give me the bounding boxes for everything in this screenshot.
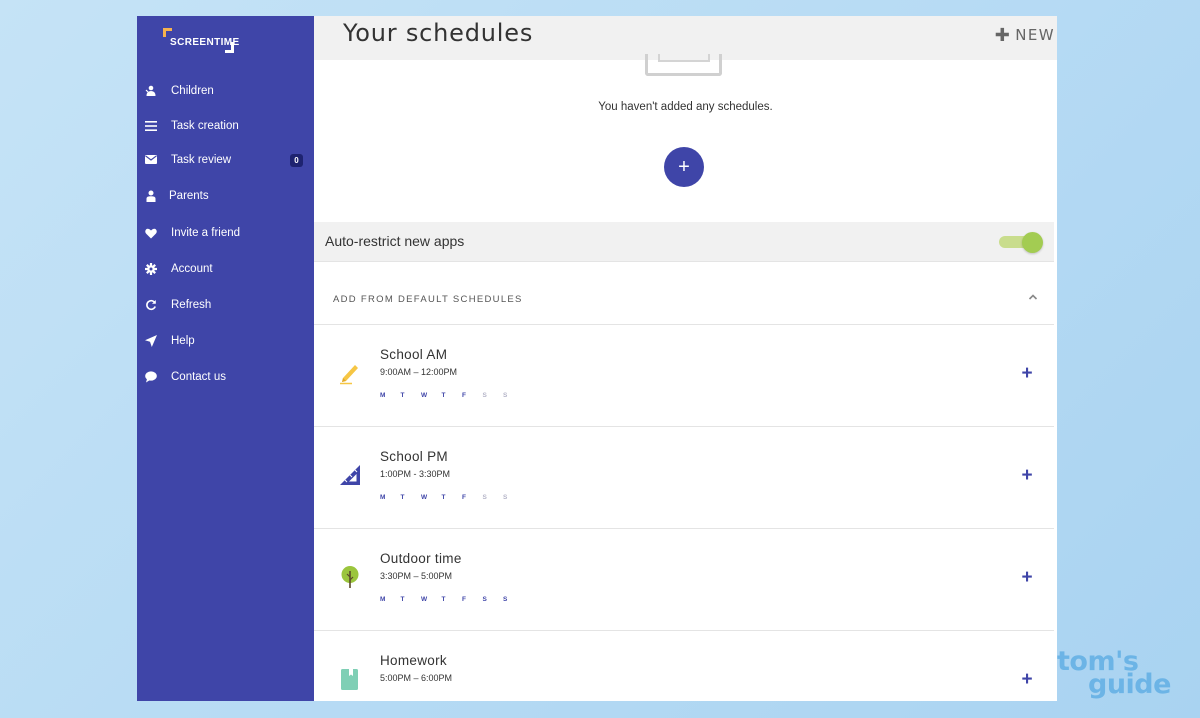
weekday-indicator: T	[441, 392, 446, 399]
sidebar-item-help[interactable]: Help	[137, 326, 314, 356]
logo-bracket-top-left	[163, 28, 172, 37]
weekday-indicator: T	[400, 392, 405, 399]
sidebar-item-label: Help	[171, 335, 195, 347]
sidebar-item-task-creation[interactable]: Task creation	[137, 111, 314, 141]
refresh-icon	[145, 299, 157, 311]
auto-restrict-row: Auto-restrict new apps	[314, 222, 1054, 262]
empty-state-message: You haven't added any schedules.	[598, 101, 773, 113]
send-icon	[145, 335, 157, 347]
auto-restrict-toggle[interactable]	[999, 232, 1043, 253]
schedule-name: School AM	[380, 347, 448, 362]
schedule-item-homework: Homework 5:00PM – 6:00PM +	[314, 631, 1054, 701]
sidebar-item-label: Task creation	[171, 120, 239, 132]
weekday-indicator: S	[503, 392, 508, 399]
sidebar-item-invite-friend[interactable]: Invite a friend	[137, 218, 314, 248]
weekday-indicator: W	[421, 596, 428, 603]
app-logo[interactable]: SCREENTIME	[161, 26, 241, 56]
toms-guide-watermark: tom's guide	[1057, 648, 1182, 702]
toggle-knob	[1022, 232, 1043, 253]
list-icon	[145, 120, 157, 132]
sidebar: SCREENTIME Children Task creation Task r…	[137, 16, 314, 701]
schedule-name: Outdoor time	[380, 551, 462, 566]
add-schedule-button[interactable]: +	[664, 147, 704, 187]
weekday-indicator: F	[462, 392, 466, 399]
gear-icon	[145, 263, 157, 275]
auto-restrict-label: Auto-restrict new apps	[325, 233, 465, 249]
weekday-indicator: S	[503, 494, 508, 501]
sidebar-item-label: Account	[171, 263, 213, 275]
plus-icon: ✚	[994, 24, 1012, 46]
schedule-name: Homework	[380, 653, 447, 668]
sidebar-item-label: Children	[171, 85, 214, 97]
plus-icon: +	[678, 155, 690, 178]
tree-icon	[341, 566, 359, 588]
schedule-time: 5:00PM – 6:00PM	[380, 673, 453, 683]
ruler-triangle-icon	[340, 465, 360, 485]
sidebar-item-parents[interactable]: Parents	[137, 181, 314, 211]
weekday-indicator: T	[400, 494, 405, 501]
sidebar-item-refresh[interactable]: Refresh	[137, 290, 314, 320]
weekday-indicator: M	[380, 596, 386, 603]
schedule-time: 3:30PM – 5:00PM	[380, 571, 453, 581]
heart-icon	[145, 227, 157, 239]
weekday-indicator: T	[400, 596, 405, 603]
person-icon	[145, 190, 157, 202]
add-default-schedule-button[interactable]: +	[1017, 465, 1037, 486]
add-default-schedule-button[interactable]: +	[1017, 363, 1037, 384]
chat-bubble-icon	[145, 371, 157, 383]
child-icon	[145, 85, 157, 97]
calendar-grid-shape	[658, 54, 710, 62]
schedule-days: MTWTFSS	[380, 392, 524, 399]
weekday-indicator: M	[380, 392, 386, 399]
schedule-item-school-am: School AM 9:00AM – 12:00PM M T W T F S S +	[314, 325, 1054, 427]
default-schedules-header[interactable]: ADD FROM DEFAULT SCHEDULES	[314, 263, 1054, 325]
weekday-indicator: W	[421, 494, 428, 501]
book-icon	[341, 669, 358, 690]
schedule-name: School PM	[380, 449, 448, 464]
weekday-indicator: S	[482, 494, 487, 501]
logo-bracket-bottom-right	[225, 42, 234, 53]
sidebar-item-label: Contact us	[171, 371, 226, 383]
app-window: SCREENTIME Children Task creation Task r…	[137, 16, 1057, 701]
weekday-indicator: S	[503, 596, 508, 603]
weekday-indicator: S	[482, 392, 487, 399]
envelope-icon	[145, 154, 157, 166]
watermark-line-2: guide	[1088, 669, 1171, 700]
sidebar-item-label: Invite a friend	[171, 227, 241, 239]
weekday-indicator: T	[441, 596, 446, 603]
page-title: Your schedules	[343, 19, 534, 47]
schedule-item-outdoor-time: Outdoor time 3:30PM – 5:00PM M T W T F S S +	[314, 529, 1054, 631]
chevron-up-icon	[1028, 294, 1038, 300]
sidebar-item-contact-us[interactable]: Contact us	[137, 362, 314, 392]
sidebar-item-task-review[interactable]: Task review 0	[137, 145, 314, 175]
new-schedule-button[interactable]: ✚ NEW	[995, 24, 1055, 46]
default-schedules-label: ADD FROM DEFAULT SCHEDULES	[333, 294, 523, 305]
sidebar-item-label: Parents	[169, 190, 209, 202]
weekday-indicator: F	[462, 494, 466, 501]
main-content: Your schedules ✚ NEW You haven't added a…	[314, 16, 1057, 701]
sidebar-item-children[interactable]: Children	[137, 76, 314, 106]
task-review-count-badge: 0	[290, 153, 303, 167]
weekday-indicator: S	[482, 596, 487, 603]
schedule-time: 9:00AM – 12:00PM	[380, 367, 458, 377]
weekday-indicator: F	[462, 596, 466, 603]
schedule-days: MTWTFSS	[380, 596, 524, 603]
schedule-item-school-pm: School PM 1:00PM - 3:30PM M T W T F S S +	[314, 427, 1054, 529]
schedule-time: 1:00PM - 3:30PM	[380, 469, 451, 479]
sidebar-item-label: Task review	[171, 154, 232, 166]
weekday-indicator: W	[421, 392, 428, 399]
add-default-schedule-button[interactable]: +	[1017, 567, 1037, 588]
weekday-indicator: T	[441, 494, 446, 501]
pencil-icon	[340, 365, 358, 385]
add-default-schedule-button[interactable]: +	[1017, 669, 1037, 690]
new-button-label: NEW	[1015, 26, 1055, 44]
empty-calendar-illustration	[645, 54, 722, 76]
weekday-indicator: M	[380, 494, 386, 501]
schedule-days: MTWTFSS	[380, 494, 524, 501]
sidebar-item-label: Refresh	[171, 299, 212, 311]
sidebar-item-account[interactable]: Account	[137, 254, 314, 284]
